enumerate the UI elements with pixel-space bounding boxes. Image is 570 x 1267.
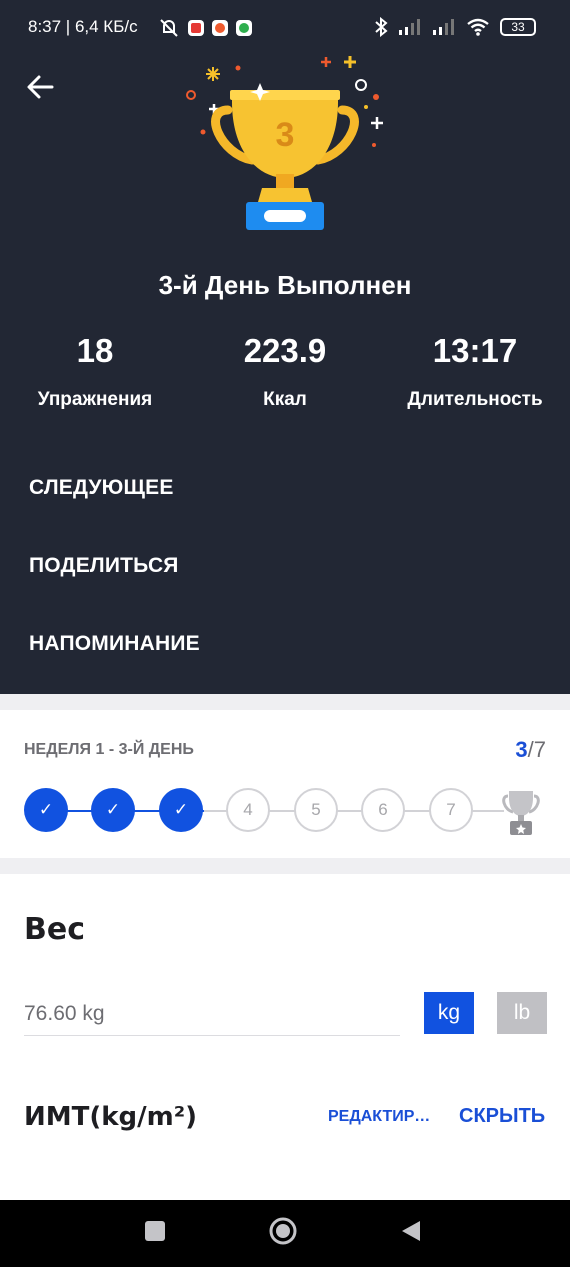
day-5[interactable]: 5 <box>294 788 338 832</box>
back-arrow-icon[interactable] <box>24 70 58 104</box>
square-icon[interactable] <box>144 1220 166 1242</box>
circle-icon[interactable] <box>268 1216 298 1246</box>
unit-kg-button[interactable]: kg <box>424 992 474 1034</box>
bmi-edit-button[interactable]: РЕДАКТИРОВАТЬ <box>328 1108 442 1126</box>
battery-icon: 33 <box>500 18 536 36</box>
share-button[interactable]: ПОДЕЛИТЬСЯ <box>29 554 179 578</box>
weight-title: Вес <box>24 912 85 947</box>
stat-exercises: 18 Упражнения <box>0 332 190 411</box>
app-icon-record <box>212 20 228 36</box>
app-icon-green <box>236 20 252 36</box>
status-bar: 8:37 | 6,4 КБ/с 33 <box>0 0 570 56</box>
day-6[interactable]: 6 <box>361 788 405 832</box>
stat-value: 223.9 <box>243 332 327 369</box>
stat-label: Упражнения <box>37 389 153 410</box>
stat-kcal: 223.9 Ккал <box>190 332 380 411</box>
completion-header: 8:37 | 6,4 КБ/с 33 3 3-й День Выполнен 1… <box>0 0 570 694</box>
current-day: 3 <box>515 737 528 762</box>
weight-input[interactable] <box>24 992 400 1036</box>
day-2[interactable]: ✓ <box>91 788 135 832</box>
trophy-icon: 3 <box>186 56 383 230</box>
bmi-title: ИМТ(kg/m²) <box>24 1102 198 1132</box>
stat-label: Длительность <box>407 389 543 410</box>
day-1[interactable]: ✓ <box>24 788 68 832</box>
bmi-hide-button[interactable]: СКРЫТЬ <box>459 1105 545 1128</box>
signal-icon <box>433 19 454 35</box>
stat-value: 18 <box>76 332 114 369</box>
day-4[interactable]: 4 <box>226 788 270 832</box>
next-button[interactable]: СЛЕДУЮЩЕЕ <box>29 476 174 500</box>
stat-value: 13:17 <box>432 332 518 369</box>
signal-icon <box>399 19 420 35</box>
trophy-number: 3 <box>276 116 295 154</box>
week-label: НЕДЕЛЯ 1 - 3-Й ДЕНЬ <box>24 741 194 758</box>
reminder-button[interactable]: НАПОМИНАНИЕ <box>29 632 200 656</box>
status-time: 8:37 | 6,4 КБ/с <box>28 17 138 36</box>
week-progress-counter: 3/7 <box>515 737 546 763</box>
day-3[interactable]: ✓ <box>159 788 203 832</box>
stat-duration: 13:17 Длительность <box>380 332 570 411</box>
triangle-back-icon[interactable] <box>400 1219 422 1243</box>
day-7[interactable]: 7 <box>429 788 473 832</box>
week-trophy-icon <box>502 791 540 835</box>
notifications-muted-icon <box>160 19 178 37</box>
day-tracker: ✓ ✓ ✓ 4 5 6 7 <box>24 788 554 835</box>
system-nav-bar <box>0 1200 570 1267</box>
unit-lb-button[interactable]: lb <box>497 992 547 1034</box>
total-days: /7 <box>527 737 546 762</box>
stat-label: Ккал <box>263 389 307 410</box>
wifi-icon <box>467 18 489 36</box>
bluetooth-icon <box>375 17 388 37</box>
app-icon-red <box>188 20 204 36</box>
page-title: 3-й День Выполнен <box>158 270 412 300</box>
week-progress-card: НЕДЕЛЯ 1 - 3-Й ДЕНЬ 3/7 ✓ ✓ ✓ 4 5 6 7 <box>0 710 570 858</box>
weight-card: Вес kg lb ИМТ(kg/m²) РЕДАКТИРОВАТЬ СКРЫТ… <box>0 874 570 1200</box>
